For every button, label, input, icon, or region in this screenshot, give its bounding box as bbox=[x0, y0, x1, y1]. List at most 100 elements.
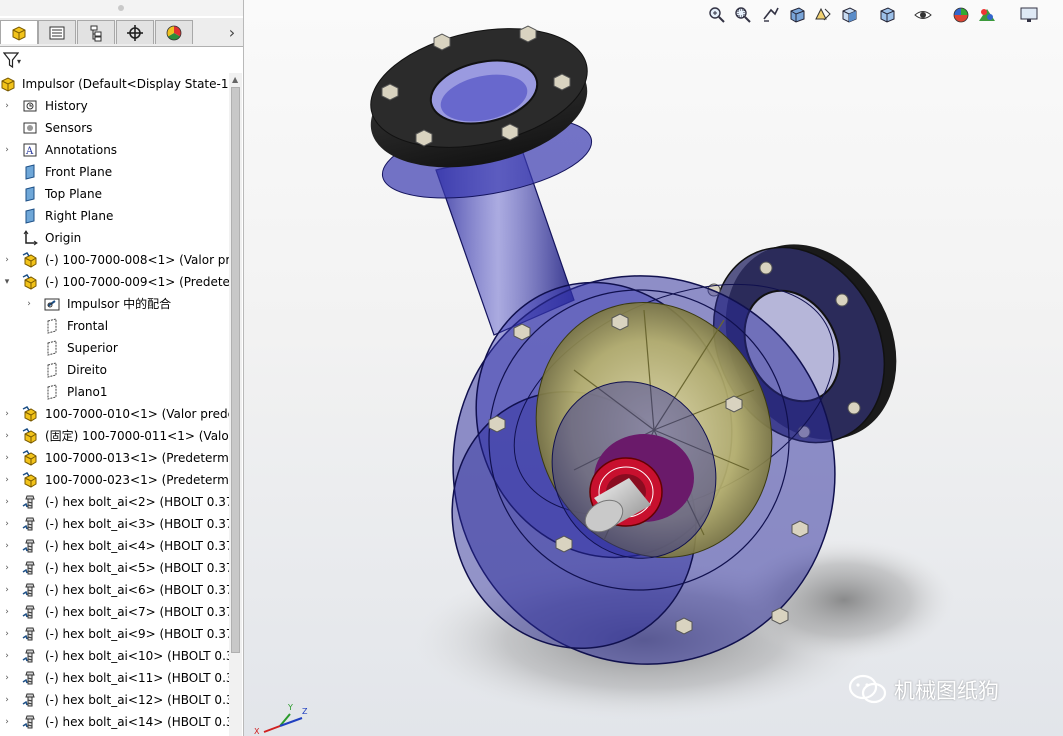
tree-row[interactable]: › (-) hex bolt_ai<4> (HBOLT 0.375 bbox=[0, 535, 229, 557]
bolt-part-icon bbox=[22, 715, 35, 729]
tab-configuration-manager[interactable] bbox=[77, 20, 115, 44]
tree-row[interactable]: Direito bbox=[0, 359, 229, 381]
expand-arrow-icon[interactable]: › bbox=[2, 623, 12, 645]
tree-item-label: Direito bbox=[67, 363, 108, 377]
expand-arrow-icon[interactable]: › bbox=[2, 139, 12, 161]
tree-row[interactable]: Top Plane bbox=[0, 183, 229, 205]
tree-row[interactable]: › History bbox=[0, 95, 229, 117]
tabs-scroll-right-button[interactable]: › bbox=[224, 20, 240, 44]
tree-item-label: Top Plane bbox=[45, 187, 102, 201]
tab-display-manager[interactable] bbox=[155, 20, 193, 44]
graphics-viewport[interactable]: 机械图纸狗 X Y Z bbox=[244, 0, 1063, 736]
collapse-arrow-icon[interactable]: ▾ bbox=[2, 271, 12, 293]
expand-arrow-icon[interactable]: › bbox=[2, 579, 12, 601]
tree-item-label: (固定) 100-7000-011<1> (Valor predetermina… bbox=[45, 429, 229, 443]
expand-arrow-icon[interactable]: › bbox=[2, 535, 12, 557]
tree-item-label: Plano1 bbox=[67, 385, 108, 399]
expand-arrow-icon[interactable]: › bbox=[2, 447, 12, 469]
tree-vertical-scrollbar[interactable]: ▲ bbox=[229, 73, 242, 736]
expand-arrow-icon[interactable]: › bbox=[2, 711, 12, 733]
tree-row[interactable]: › (-) hex bolt_ai<14> (HBOLT 0.375 bbox=[0, 711, 229, 733]
expand-arrow-icon[interactable]: › bbox=[24, 293, 34, 315]
expand-arrow-icon[interactable]: › bbox=[2, 403, 12, 425]
bolt-part-icon bbox=[22, 517, 35, 531]
expand-arrow-icon[interactable]: › bbox=[2, 557, 12, 579]
triad-y-label: Y bbox=[287, 703, 293, 712]
tree-item-label: (-) hex bolt_ai<10> (HBOLT 0.375 bbox=[45, 649, 229, 663]
expand-arrow-icon[interactable]: › bbox=[2, 249, 12, 271]
tree-row[interactable]: › (-) hex bolt_ai<12> (HBOLT 0.375 bbox=[0, 689, 229, 711]
tab-dimxpert-manager[interactable] bbox=[116, 20, 154, 44]
tree-item-label: Sensors bbox=[45, 121, 93, 135]
tree-row[interactable]: ▾Impulsor (Default<Display State-1> bbox=[0, 73, 229, 95]
tree-item-label: Superior bbox=[67, 341, 118, 355]
bolt-part-icon bbox=[22, 649, 35, 663]
tree-item-label: (-) hex bolt_ai<6> (HBOLT 0.375 bbox=[45, 583, 229, 597]
tree-item-label: (-) hex bolt_ai<2> (HBOLT 0.375 bbox=[45, 495, 229, 509]
tree-row[interactable]: › (-) hex bolt_ai<11> (HBOLT 0.375 bbox=[0, 667, 229, 689]
expand-arrow-icon[interactable]: › bbox=[2, 645, 12, 667]
orientation-triad: X Y Z bbox=[254, 703, 308, 736]
tree-row[interactable]: › (-) hex bolt_ai<9> (HBOLT 0.375 bbox=[0, 623, 229, 645]
tree-item-label: Right Plane bbox=[45, 209, 114, 223]
pump-assembly-model[interactable] bbox=[244, 0, 1063, 736]
tree-row[interactable]: › (-) hex bolt_ai<6> (HBOLT 0.375 bbox=[0, 579, 229, 601]
tree-row[interactable]: › 100-7000-013<1> (Predeterminado) bbox=[0, 447, 229, 469]
part-icon bbox=[22, 252, 37, 268]
tree-item-label: (-) hex bolt_ai<14> (HBOLT 0.375 bbox=[45, 715, 229, 729]
tree-item-label: 100-7000-023<1> (Predeterminado) bbox=[45, 473, 229, 487]
part-icon bbox=[22, 274, 37, 290]
tree-row[interactable]: › (固定) 100-7000-011<1> (Valor predetermin… bbox=[0, 425, 229, 447]
tree-row[interactable]: Right Plane bbox=[0, 205, 229, 227]
bolt-part-icon bbox=[22, 583, 35, 597]
tree-row[interactable]: ▾ (-) 100-7000-009<1> (Predeterminado) bbox=[0, 271, 229, 293]
bolt-part-icon bbox=[22, 495, 35, 509]
tree-row[interactable]: › A Annotations bbox=[0, 139, 229, 161]
tree-row[interactable]: Frontal bbox=[0, 315, 229, 337]
expand-arrow-icon[interactable]: › bbox=[2, 601, 12, 623]
bolt-part-icon bbox=[22, 605, 35, 619]
tree-row[interactable]: Plano1 bbox=[0, 381, 229, 403]
tree-row[interactable]: Sensors bbox=[0, 117, 229, 139]
tree-item-label: (-) 100-7000-008<1> (Valor predeterminad… bbox=[45, 253, 229, 267]
scroll-up-arrow[interactable]: ▲ bbox=[232, 75, 238, 84]
expand-arrow-icon[interactable]: › bbox=[2, 425, 12, 447]
tree-item-label: (-) 100-7000-009<1> (Predeterminado) bbox=[45, 275, 229, 289]
tree-row[interactable]: › (-) hex bolt_ai<5> (HBOLT 0.375 bbox=[0, 557, 229, 579]
tree-row[interactable]: › 100-7000-010<1> (Valor predeterminado) bbox=[0, 403, 229, 425]
origin-icon bbox=[23, 230, 38, 246]
tree-row[interactable]: › (-) hex bolt_ai<3> (HBOLT 0.375 bbox=[0, 513, 229, 535]
expand-arrow-icon[interactable]: › bbox=[2, 491, 12, 513]
tree-row[interactable]: › Impulsor 中的配合 bbox=[0, 293, 229, 315]
expand-arrow-icon[interactable]: › bbox=[2, 667, 12, 689]
plane-outline-icon bbox=[47, 384, 57, 400]
tree-row[interactable]: Origin bbox=[0, 227, 229, 249]
color-wheel-icon bbox=[166, 25, 182, 40]
bolt-part-icon bbox=[22, 693, 35, 707]
tree-item-label: Origin bbox=[45, 231, 82, 245]
tab-feature-manager[interactable] bbox=[0, 20, 38, 44]
tree-row[interactable]: Front Plane bbox=[0, 161, 229, 183]
tree-row[interactable]: › (-) hex bolt_ai<10> (HBOLT 0.375 bbox=[0, 645, 229, 667]
annotation-icon: A bbox=[23, 143, 37, 157]
tree-row[interactable]: › (-) 100-7000-008<1> (Valor predetermina… bbox=[0, 249, 229, 271]
tree-row[interactable]: › 100-7000-023<1> (Predeterminado) bbox=[0, 469, 229, 491]
expand-arrow-icon[interactable]: › bbox=[2, 469, 12, 491]
tree-item-label: Impulsor (Default<Display State-1> bbox=[22, 77, 229, 91]
panel-grip[interactable] bbox=[0, 0, 243, 16]
expand-arrow-icon[interactable]: › bbox=[2, 513, 12, 535]
tree-row[interactable]: › (-) hex bolt_ai<2> (HBOLT 0.375 bbox=[0, 491, 229, 513]
tree-row[interactable]: › (-) hex bolt_ai<7> (HBOLT 0.375 bbox=[0, 601, 229, 623]
plane-icon bbox=[25, 186, 35, 202]
filter-dropdown-caret[interactable]: ▾ bbox=[17, 57, 21, 66]
expand-arrow-icon[interactable]: › bbox=[2, 689, 12, 711]
tree-row[interactable]: Superior bbox=[0, 337, 229, 359]
scrollbar-thumb[interactable] bbox=[231, 87, 240, 653]
expand-arrow-icon[interactable]: › bbox=[2, 95, 12, 117]
part-icon bbox=[22, 428, 37, 444]
tab-property-manager[interactable] bbox=[38, 20, 76, 44]
